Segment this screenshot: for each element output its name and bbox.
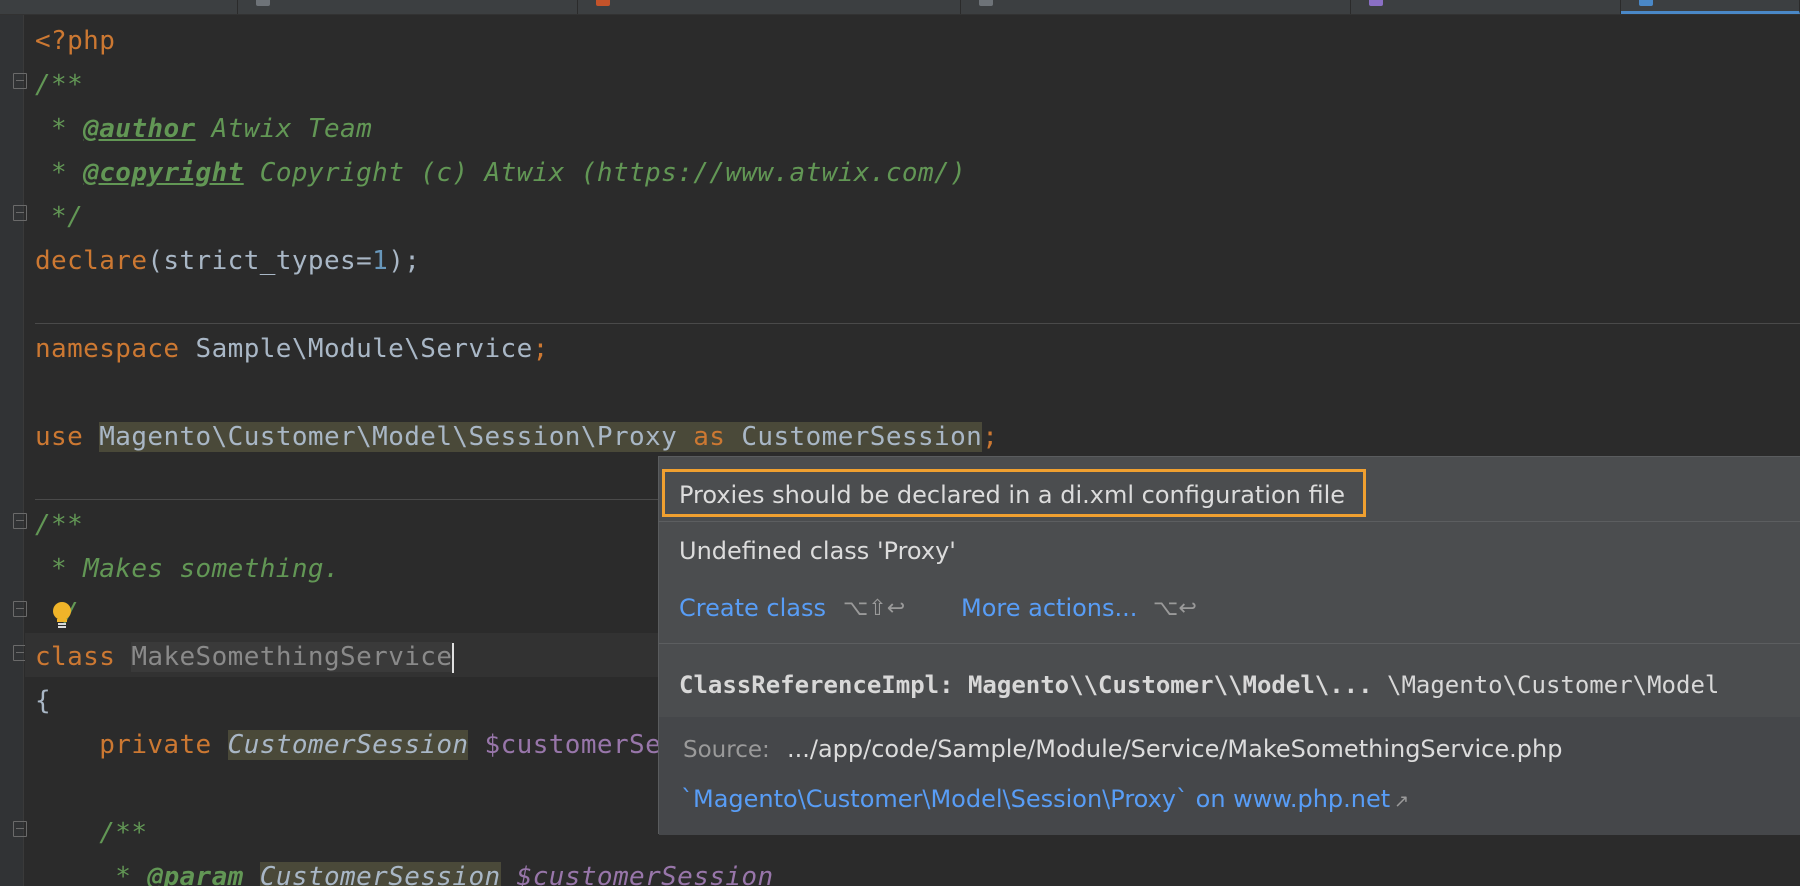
editor-tab[interactable] xyxy=(1351,0,1621,14)
source-label: Source: xyxy=(683,737,770,763)
code-line: /** xyxy=(35,510,84,540)
editor-tab[interactable] xyxy=(0,0,238,14)
lightbulb-icon[interactable] xyxy=(50,600,74,630)
popup-divider xyxy=(659,643,1800,644)
fold-marker-icon[interactable] xyxy=(13,821,27,837)
code-line: * @param CustomerSession $customerSessio… xyxy=(35,855,774,886)
fold-marker-icon[interactable] xyxy=(13,513,27,529)
external-link-icon: ↗ xyxy=(1394,791,1410,812)
source-path: .../app/code/Sample/Module/Service/MakeS… xyxy=(787,735,1563,763)
popup-title: Proxies should be declared in a di.xml c… xyxy=(679,481,1346,509)
code-line: use Magento\Customer\Model\Session\Proxy… xyxy=(35,422,999,452)
editor-tab-active[interactable] xyxy=(1621,0,1800,14)
code-line: private CustomerSession $customerSe xyxy=(99,730,662,760)
code-line: */ xyxy=(35,202,84,232)
code-line: * @author Atwix Team xyxy=(35,114,373,144)
popup-divider xyxy=(659,521,1800,522)
xml-file-icon xyxy=(596,0,610,6)
code-line: * Makes something. xyxy=(35,554,341,584)
code-line: namespace Sample\Module\Service; xyxy=(35,334,549,364)
editor-gutter xyxy=(0,15,27,886)
code-line: class MakeSomethingService xyxy=(35,642,455,673)
create-class-shortcut: ⌥⇧↩ xyxy=(843,596,906,621)
code-line: /** xyxy=(99,818,148,848)
code-line: declare(strict_types=1); xyxy=(35,246,421,276)
code-line: <?php xyxy=(35,26,116,56)
code-line: { xyxy=(35,686,52,716)
inspection-popup: Proxies should be declared in a di.xml c… xyxy=(658,456,1800,835)
editor-tab[interactable] xyxy=(961,0,1351,14)
fold-marker-icon[interactable] xyxy=(13,601,27,617)
code-line: * @copyright Copyright (c) Atwix (https:… xyxy=(35,158,967,188)
more-actions-link[interactable]: More actions... xyxy=(961,594,1137,622)
class-reference: ClassReferenceImpl: Magento\\Customer\\M… xyxy=(679,671,1720,699)
code-line: /** xyxy=(35,70,84,100)
php-net-doc-link[interactable]: `Magento\Customer\Model\Session\Proxy` o… xyxy=(681,785,1409,813)
create-class-link[interactable]: Create class xyxy=(679,594,826,622)
editor-tab[interactable] xyxy=(238,0,578,14)
php-file-icon xyxy=(256,0,270,6)
fold-marker-icon[interactable] xyxy=(13,73,27,89)
fold-marker-icon[interactable] xyxy=(13,205,27,221)
editor-tab-strip xyxy=(0,0,1800,15)
popup-footer: Source: .../app/code/Sample/Module/Servi… xyxy=(659,717,1800,835)
php-class-icon xyxy=(1369,0,1383,6)
more-actions-shortcut: ⌥↩ xyxy=(1153,596,1197,621)
highlighted-import: Magento\Customer\Model\Session\Proxy as … xyxy=(99,422,983,452)
editor-tab[interactable] xyxy=(578,0,961,14)
popup-message: Undefined class 'Proxy' xyxy=(679,537,956,565)
php-file-icon xyxy=(979,0,993,6)
php-class-icon xyxy=(1639,0,1653,6)
text-caret xyxy=(452,642,455,673)
